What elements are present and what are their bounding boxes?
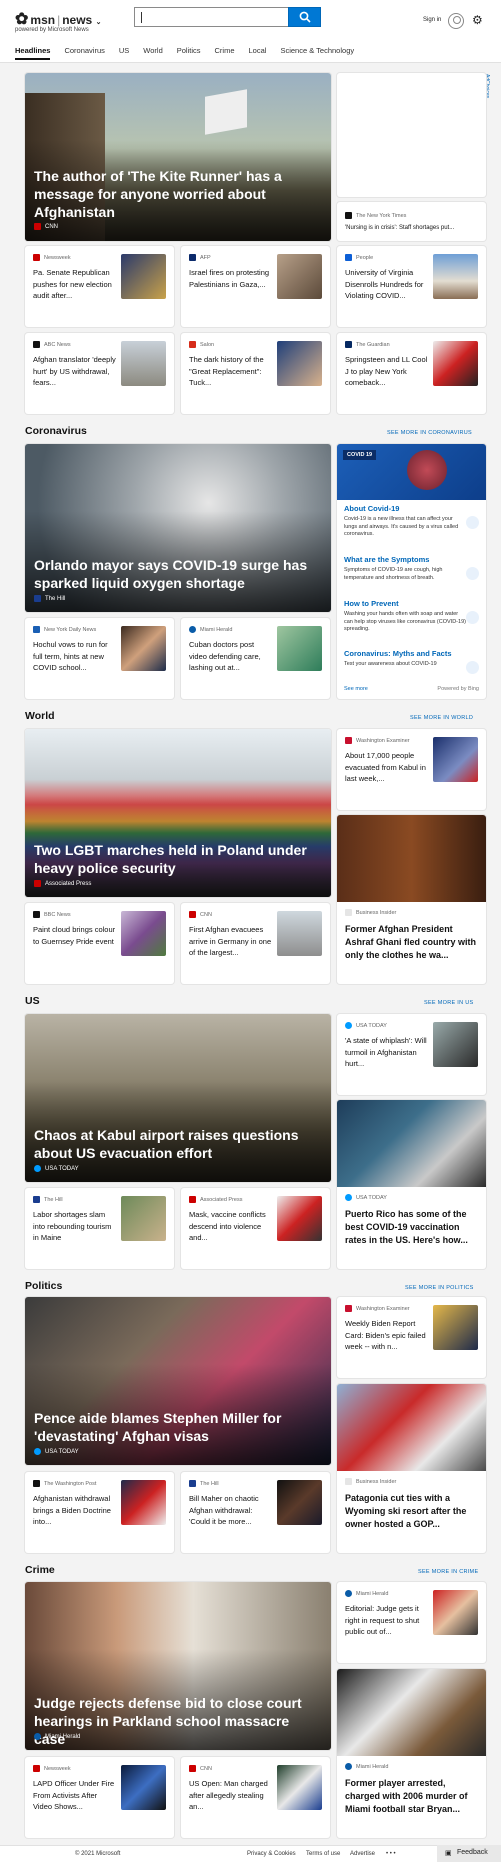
tab-headlines[interactable]: Headlines [15, 46, 51, 60]
section-title-politics: Politics [25, 1280, 63, 1292]
news-card[interactable]: CNN US Open: Man charged after allegedly … [181, 1757, 330, 1838]
news-card[interactable]: Associated Press Mask, vaccine conflicts … [181, 1188, 330, 1269]
section-title-coronavirus: Coronavirus [25, 425, 87, 437]
see-more-us[interactable]: SEE MORE IN US [424, 1000, 473, 1006]
myths-icon [466, 661, 479, 674]
tab-coronavirus[interactable]: Coronavirus [64, 46, 104, 60]
hero-card-world[interactable]: Two LGBT marches held in Poland under he… [25, 729, 331, 897]
terms-link[interactable]: Terms of use [306, 1851, 340, 1857]
avatar-icon[interactable] [448, 13, 464, 29]
news-card-large[interactable]: USA TODAY Puerto Rico has some of the be… [337, 1100, 486, 1269]
section-title-crime: Crime [25, 1564, 55, 1576]
advertise-link[interactable]: Advertise [350, 1851, 375, 1857]
covid-label: COVID 19 [343, 450, 377, 460]
covid-item[interactable]: Coronavirus: Myths and Facts Test your aw… [344, 649, 480, 674]
news-card[interactable]: Miami Herald Cuban doctors post video def… [181, 618, 330, 699]
ad-placeholder [337, 73, 486, 197]
prevent-icon [466, 611, 479, 624]
section-title-world: World [25, 710, 55, 722]
hero-card-crime[interactable]: Judge rejects defense bid to close court… [25, 1582, 331, 1750]
tab-politics[interactable]: Politics [177, 46, 201, 60]
hero-title: The author of 'The Kite Runner' has a me… [34, 168, 282, 220]
signin-link[interactable]: Sign in [423, 17, 441, 23]
news-card[interactable]: AFP Israel fires on protesting Palestinia… [181, 246, 330, 327]
news-card[interactable]: The Guardian Springsteen and LL Cool J to… [337, 333, 486, 414]
butterfly-icon: ✿ [15, 11, 29, 28]
news-card[interactable]: Newsweek Pa. Senate Republican pushes for… [25, 246, 174, 327]
news-card[interactable]: The Washington Post Afghanistan withdrawa… [25, 1472, 174, 1553]
powered-by-bing: Powered by Bing [437, 686, 479, 692]
tab-world[interactable]: World [143, 46, 162, 60]
covid-panel: COVID 19 About Covid-19 Covid-19 is a new… [337, 444, 486, 699]
tab-us[interactable]: US [119, 46, 129, 60]
symptoms-icon [466, 567, 479, 580]
feedback-icon: ▣ [445, 1850, 452, 1857]
tab-science[interactable]: Science & Technology [280, 46, 354, 60]
nav-tabs: Headlines Coronavirus US World Politics … [15, 46, 368, 60]
covid-see-more[interactable]: See more [344, 686, 368, 692]
news-card-large[interactable]: Business Insider Patagonia cut ties with… [337, 1384, 486, 1553]
hero-card-us[interactable]: Chaos at Kabul airport raises questions … [25, 1014, 331, 1182]
hero-card-headlines[interactable]: The author of 'The Kite Runner' has a me… [25, 73, 331, 241]
hero-card-coronavirus[interactable]: Orlando mayor says COVID-19 surge has sp… [25, 444, 331, 612]
news-card[interactable]: ABC News Afghan translator 'deeply hurt' … [25, 333, 174, 414]
see-more-politics[interactable]: SEE MORE IN POLITICS [405, 1285, 474, 1291]
news-card[interactable]: New York Daily News Hochul vows to run fo… [25, 618, 174, 699]
news-card[interactable]: Newsweek LAPD Officer Under Fire From Act… [25, 1757, 174, 1838]
news-card[interactable]: USA TODAY 'A state of whiplash': Will tur… [337, 1014, 486, 1095]
covid-item[interactable]: How to Prevent Washing your hands often w… [344, 599, 480, 634]
news-card[interactable]: The Hill Labor shortages slam into reboun… [25, 1188, 174, 1269]
see-more-coronavirus[interactable]: SEE MORE IN CORONAVIRUS [387, 430, 472, 436]
header: ✿ msn | news ⌄ powered by Microsoft News Si… [0, 0, 501, 63]
copyright: © 2021 Microsoft [75, 1851, 121, 1857]
see-more-world[interactable]: SEE MORE IN WORLD [410, 715, 473, 721]
news-card[interactable]: Washington Examiner About 17,000 people e… [337, 729, 486, 810]
hero-card-politics[interactable]: Pence aide blames Stephen Miller for 'de… [25, 1297, 331, 1465]
news-card[interactable]: Salon The dark history of the "Great Repl… [181, 333, 330, 414]
footer: © 2021 Microsoft Privacy & Cookies Terms… [0, 1845, 501, 1862]
search-icon [299, 11, 311, 23]
more-icon[interactable]: • • • [386, 1851, 396, 1857]
side-card[interactable]: The New York Times 'Nursing is in crisis… [337, 202, 486, 241]
tab-local[interactable]: Local [249, 46, 267, 60]
msn-logo[interactable]: ✿ msn | news ⌄ [15, 9, 101, 29]
privacy-link[interactable]: Privacy & Cookies [247, 1851, 296, 1857]
section-title-us: US [25, 995, 40, 1007]
news-card[interactable]: CNN First Afghan evacuees arrive in Germa… [181, 903, 330, 984]
info-icon [466, 516, 479, 529]
covid-item[interactable]: About Covid-19 Covid-19 is a new illness … [344, 504, 480, 539]
hero-source: CNN [34, 223, 58, 230]
tab-crime[interactable]: Crime [215, 46, 235, 60]
covid-item[interactable]: What are the Symptoms Symptoms of COVID-1… [344, 555, 480, 582]
news-card[interactable]: Miami Herald Editorial: Judge gets it rig… [337, 1582, 486, 1663]
news-card-large[interactable]: Business Insider Former Afghan President… [337, 815, 486, 984]
powered-by: powered by Microsoft News [15, 27, 89, 33]
news-card[interactable]: The Hill Bill Maher on chaotic Afghan wit… [181, 1472, 330, 1553]
news-card[interactable]: People University of Virginia Disenrolls … [337, 246, 486, 327]
see-more-crime[interactable]: SEE MORE IN CRIME [418, 1569, 478, 1575]
search-button[interactable] [288, 7, 321, 27]
news-card[interactable]: BBC News Paint cloud brings colour to Gue… [25, 903, 174, 984]
news-card[interactable]: Washington Examiner Weekly Biden Report C… [337, 1297, 486, 1378]
feedback-button[interactable]: ▣ Feedback [437, 1845, 501, 1862]
gear-icon[interactable]: ⚙ [472, 13, 483, 27]
news-card-large[interactable]: Miami Herald Former player arrested, cha… [337, 1669, 486, 1838]
